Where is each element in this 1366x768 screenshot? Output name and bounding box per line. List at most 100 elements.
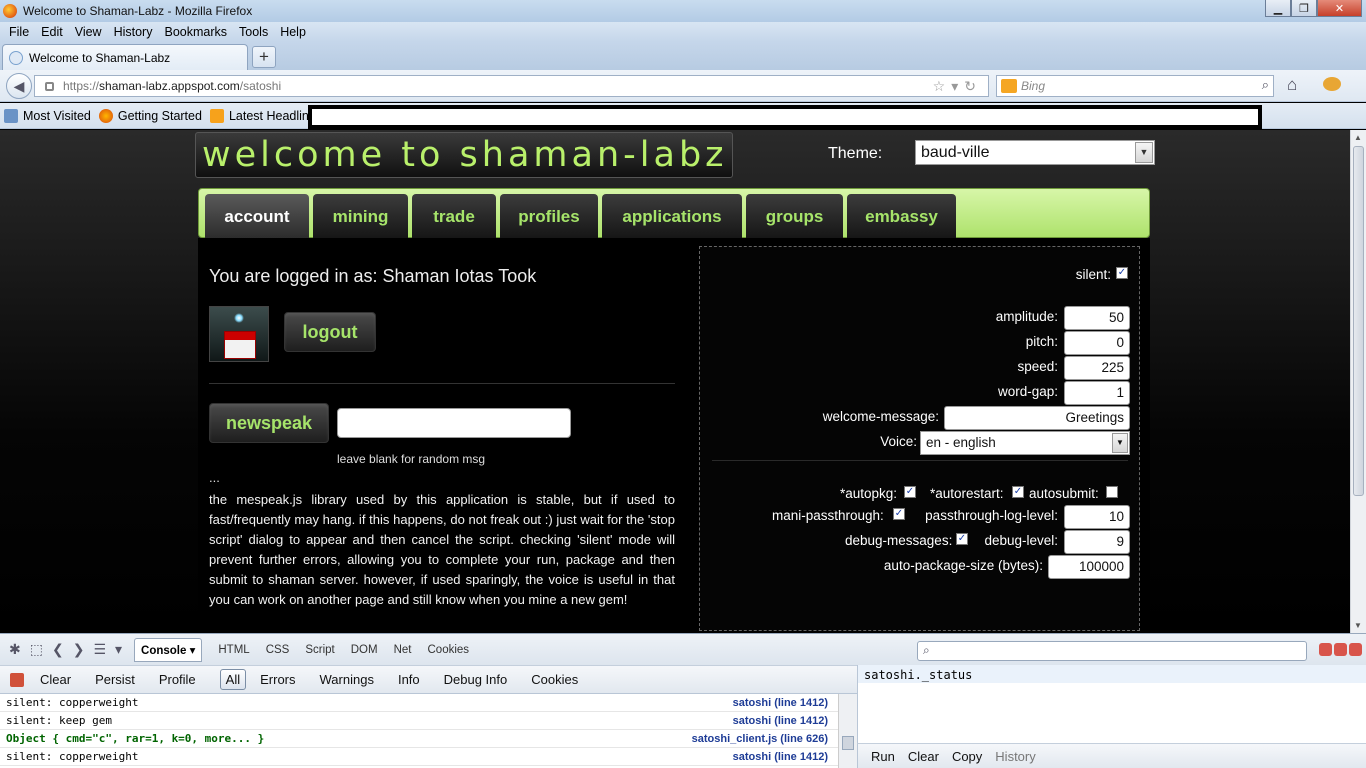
filter-info-button[interactable]: Info [398,672,420,687]
firebug-icon[interactable] [1323,77,1341,91]
debug-messages-checkbox[interactable]: ✓ [956,533,968,545]
filter-debug-info-button[interactable]: Debug Info [444,672,508,687]
log-object[interactable]: Object { cmd="c", rar=1, k=0, more... } [6,732,264,745]
tab-mining[interactable]: mining [313,194,408,239]
pitch-input[interactable]: 0 [1064,331,1130,355]
console-log-scrollbar[interactable] [838,694,857,768]
tab-trade[interactable]: trade [412,194,496,239]
firebug-tab-cookies[interactable]: Cookies [428,644,470,656]
bookmark-most-visited[interactable]: Most Visited [4,108,91,123]
reload-icon[interactable]: ↻ [964,78,982,94]
run-button[interactable]: Run [871,749,895,764]
menu-bookmarks[interactable]: Bookmarks [158,25,233,39]
scroll-down-icon[interactable]: ▼ [1354,621,1362,630]
auto-package-size-input[interactable]: 100000 [1048,555,1130,579]
speed-input[interactable]: 225 [1064,356,1130,380]
firebug-tab-html[interactable]: HTML [218,644,249,656]
tab-account[interactable]: account [205,194,309,239]
voice-select[interactable]: en - english ▼ [920,431,1130,455]
page-scrollbar-thumb[interactable] [1353,146,1364,496]
filter-warnings-button[interactable]: Warnings [320,672,374,687]
chevron-down-icon[interactable]: ▾ [115,641,122,658]
log-source-link[interactable]: satoshi (line 1412) [733,712,828,730]
chevron-down-icon[interactable]: ▼ [1135,142,1153,163]
scroll-up-icon[interactable]: ▲ [1354,133,1362,142]
firebug-search-input[interactable]: ⌕ [917,641,1307,661]
search-icon[interactable]: ⌕ [1262,77,1269,93]
welcome-message-input[interactable]: Greetings [944,406,1130,430]
newspeak-button[interactable]: newspeak [209,403,329,443]
word-gap-label: word-gap: [997,384,1058,399]
minimize-button[interactable]: ▁ [1265,0,1291,17]
address-bar[interactable]: https:// shaman-labz.appspot.com /satosh… [34,75,989,97]
back-button[interactable]: ◀ [6,73,32,99]
history-button[interactable]: History [995,749,1035,764]
word-gap-input[interactable]: 1 [1064,381,1130,405]
tab-embassy[interactable]: embassy [847,194,956,239]
menu-tools[interactable]: Tools [233,25,274,39]
firebug-tab-script[interactable]: Script [305,644,334,656]
firebug-menu-icon[interactable]: ✱ [9,641,21,658]
page-scrollbar[interactable]: ▲ ▼ [1350,130,1366,633]
firebug-close-button[interactable] [1349,643,1362,656]
chevron-down-icon[interactable]: ▼ [1112,433,1128,453]
filter-all-button[interactable]: All [219,669,247,690]
firebug-tab-dom[interactable]: DOM [351,644,378,656]
bookmark-star-icon[interactable]: ☆ [933,78,952,94]
clear-command-button[interactable]: Clear [908,749,939,764]
back-arrow-icon[interactable]: ❮ [52,641,64,658]
home-icon[interactable]: ⌂ [1287,75,1297,95]
bookmark-getting-started[interactable]: Getting Started [98,108,202,123]
firefox-icon [98,108,113,123]
firebug-minimize-button[interactable] [1319,643,1332,656]
inspect-icon[interactable]: ⬚ [30,641,43,658]
close-window-button[interactable]: ✕ [1317,0,1362,17]
filter-cookies-button[interactable]: Cookies [531,672,578,687]
tab-applications[interactable]: applications [602,194,742,239]
menu-file[interactable]: File [3,25,35,39]
maximize-button[interactable]: ❐ [1291,0,1317,17]
danger-sign-icon [224,331,256,359]
clear-console-icon[interactable] [10,672,24,687]
tab-groups[interactable]: groups [746,194,843,239]
firebug-tab-net[interactable]: Net [394,644,412,656]
command-editor[interactable]: satoshi._status [857,665,1366,743]
debug-level-input[interactable]: 9 [1064,530,1130,554]
menu-history[interactable]: History [108,25,159,39]
passthrough-log-level-input[interactable]: 10 [1064,505,1130,529]
silent-checkbox[interactable]: ✓ [1116,267,1128,279]
list-icon[interactable]: ☰ [93,641,106,658]
search-bar[interactable]: Bing ⌕ [996,75,1274,97]
new-tab-button[interactable]: + [252,46,276,68]
browser-tab[interactable]: Welcome to Shaman-Labz [2,44,248,70]
firebug-tab-css[interactable]: CSS [266,644,290,656]
console-clear-button[interactable]: Clear [40,672,71,687]
console-profile-button[interactable]: Profile [159,672,196,687]
log-source-link[interactable]: satoshi (line 1412) [733,694,828,712]
bookmark-latest-headlines[interactable]: Latest Headlines [209,108,322,123]
theme-select[interactable]: baud-ville ▼ [915,140,1155,165]
menu-view[interactable]: View [69,25,108,39]
firebug-tab-console[interactable]: Console ▾ [134,637,203,662]
tab-profiles[interactable]: profiles [500,194,598,239]
bing-engine-icon[interactable] [1001,79,1017,93]
copy-button[interactable]: Copy [952,749,982,764]
forward-arrow-icon[interactable]: ❯ [73,641,85,658]
amplitude-input[interactable]: 50 [1064,306,1130,330]
theme-label: Theme: [828,145,883,162]
firebug-detach-button[interactable] [1334,643,1347,656]
log-source-link[interactable]: satoshi_client.js (line 626) [692,730,828,748]
filter-errors-button[interactable]: Errors [260,672,295,687]
autosubmit-checkbox[interactable] [1106,486,1118,498]
logout-button[interactable]: logout [284,312,376,352]
autopkg-checkbox[interactable]: ✓ [904,486,916,498]
menu-edit[interactable]: Edit [35,25,69,39]
log-source-link[interactable]: satoshi (line 1412) [733,748,828,766]
mani-passthrough-checkbox[interactable]: ✓ [893,508,905,520]
dropdown-arrow-icon[interactable]: ▾ [951,78,964,94]
autorestart-checkbox[interactable]: ✓ [1012,486,1024,498]
newspeak-message-input[interactable] [337,408,571,438]
console-log-scrollbar-thumb[interactable] [842,736,854,750]
menu-help[interactable]: Help [274,25,312,39]
console-persist-button[interactable]: Persist [95,672,135,687]
